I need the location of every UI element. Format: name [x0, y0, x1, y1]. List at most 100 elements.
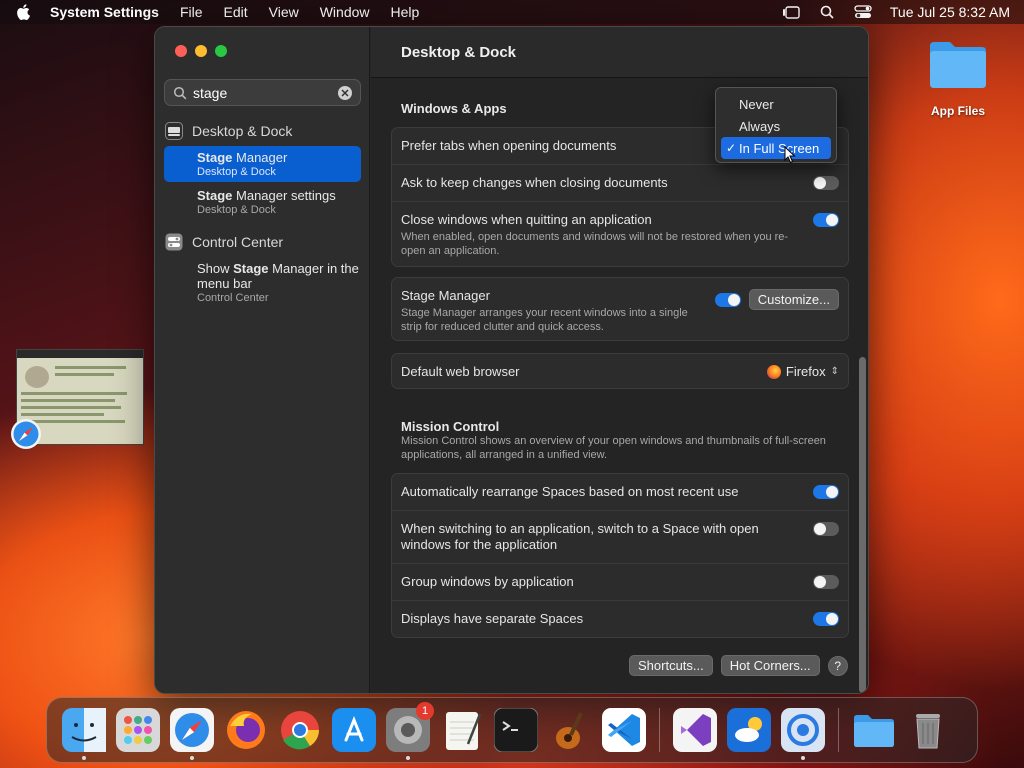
row-ask-keep-changes: Ask to keep changes when closing documen… — [392, 165, 848, 202]
sidebar-category-control-center[interactable]: Control Center — [164, 230, 361, 254]
stage-manager-toggle[interactable] — [714, 292, 741, 307]
menu-file[interactable]: File — [180, 4, 203, 20]
search-input[interactable] — [193, 84, 338, 101]
close-windows-toggle[interactable] — [813, 213, 839, 227]
sidebar-item-stage-manager[interactable]: Stage Manager Desktop & Dock — [164, 146, 361, 182]
customize-button[interactable]: Customize... — [748, 289, 839, 310]
desktop-dock-icon — [165, 122, 183, 140]
safari-icon[interactable] — [10, 418, 42, 450]
row-label: Default web browser — [401, 364, 520, 379]
firefox-icon[interactable] — [224, 708, 268, 752]
page-title: Desktop & Dock — [371, 27, 868, 78]
zoom-button[interactable] — [215, 45, 227, 57]
terminal-icon[interactable] — [493, 707, 539, 753]
notification-badge: 1 — [416, 702, 434, 720]
menu-window[interactable]: Window — [320, 4, 370, 20]
spotlight-search-icon[interactable] — [818, 4, 836, 20]
safari-icon[interactable] — [170, 708, 214, 760]
hot-corners-button[interactable]: Hot Corners... — [720, 655, 820, 676]
launchpad-icon[interactable] — [116, 708, 160, 752]
dock-separator — [659, 708, 660, 752]
window-controls — [175, 45, 227, 57]
result-text: Manager settings — [232, 188, 336, 203]
menu-help[interactable]: Help — [391, 4, 420, 20]
result-bold: Stage — [233, 261, 269, 276]
row-label: Automatically rearrange Spaces based on … — [401, 484, 739, 499]
browser-value: Firefox — [785, 364, 826, 379]
category-label: Desktop & Dock — [192, 123, 293, 139]
menu-edit[interactable]: Edit — [224, 4, 248, 20]
separate-spaces-toggle[interactable] — [813, 612, 839, 626]
search-icon — [173, 86, 187, 99]
scrollbar[interactable] — [859, 357, 866, 693]
textedit-icon[interactable] — [440, 708, 484, 752]
close-button[interactable] — [175, 45, 187, 57]
menu-view[interactable]: View — [269, 4, 299, 20]
menu-clock[interactable]: Tue Jul 25 8:32 AM — [890, 4, 1010, 20]
row-description: Stage Manager arranges your recent windo… — [401, 307, 688, 333]
folder-label: App Files — [930, 104, 985, 118]
dropdown-option-in-full-screen[interactable]: ✓ In Full Screen — [721, 137, 831, 159]
shortcuts-button[interactable]: Shortcuts... — [629, 655, 713, 676]
clear-search-icon[interactable] — [338, 85, 352, 100]
result-bold: Stage — [197, 150, 233, 165]
apple-icon[interactable] — [14, 3, 32, 21]
default-browser-popup[interactable]: Firefox ⇕ — [766, 364, 839, 379]
sidebar-category-desktop-dock[interactable]: Desktop & Dock — [164, 119, 361, 143]
desktop-folder-app-files[interactable]: App Files — [922, 38, 994, 118]
row-label: Ask to keep changes when closing documen… — [401, 175, 668, 190]
dropdown-option-always[interactable]: Always — [721, 115, 831, 137]
switch-space-toggle[interactable] — [813, 522, 839, 536]
sidebar: Desktop & Dock Stage Manager Desktop & D… — [155, 27, 370, 693]
row-label: Group windows by application — [401, 574, 574, 589]
control-center-icon[interactable] — [854, 4, 872, 20]
result-subtitle: Desktop & Dock — [197, 204, 276, 216]
search-field[interactable] — [164, 79, 361, 106]
sidebar-item-show-stage-manager-menu-bar[interactable]: Show Stage Manager in the menu bar Contr… — [164, 257, 361, 308]
result-text-pre: Show — [197, 261, 234, 276]
vscode-icon[interactable] — [602, 708, 646, 752]
row-label: When switching to an application, switch… — [401, 521, 759, 552]
ask-keep-changes-toggle[interactable] — [813, 176, 839, 190]
sidebar-item-stage-manager-settings[interactable]: Stage Manager settings Desktop & Dock — [164, 184, 361, 220]
dropdown-option-never[interactable]: Never — [721, 93, 831, 115]
dock: 1 — [46, 697, 978, 763]
category-label: Control Center — [192, 234, 284, 250]
finder-icon[interactable] — [62, 708, 106, 760]
bottom-buttons: Shortcuts... Hot Corners... ? — [629, 655, 848, 676]
chrome-remote-icon[interactable] — [781, 708, 825, 760]
row-default-browser: Default web browser Firefox ⇕ — [392, 354, 848, 388]
system-settings-icon[interactable]: 1 — [386, 702, 434, 760]
group-windows-toggle[interactable] — [813, 575, 839, 589]
dock-separator — [838, 708, 839, 752]
row-separate-spaces: Displays have separate Spaces — [392, 601, 848, 637]
row-switch-space: When switching to an application, switch… — [392, 511, 848, 564]
row-label: Close windows when quitting an applicati… — [401, 212, 652, 227]
menu-bar: System Settings File Edit View Window He… — [0, 0, 1024, 24]
visual-studio-icon[interactable] — [673, 708, 717, 752]
folder-icon[interactable] — [852, 708, 896, 752]
minimize-button[interactable] — [195, 45, 207, 57]
row-description: When enabled, open documents and windows… — [401, 231, 789, 257]
browser-group: Default web browser Firefox ⇕ — [391, 353, 849, 389]
result-subtitle: Desktop & Dock — [197, 166, 276, 178]
app-store-icon[interactable] — [332, 708, 376, 752]
mouse-cursor-icon — [784, 146, 796, 164]
section-heading-windows-apps: Windows & Apps — [401, 101, 507, 116]
checkmark-icon: ✓ — [726, 141, 737, 155]
folder-icon — [928, 38, 988, 90]
row-stage-manager: Stage Manager Stage Manager arranges you… — [392, 278, 848, 340]
cloud-app-icon[interactable] — [727, 708, 771, 752]
auto-rearrange-toggle[interactable] — [813, 485, 839, 499]
result-text: Manager — [232, 150, 288, 165]
option-label: In Full Screen — [739, 140, 820, 156]
help-button[interactable]: ? — [827, 655, 848, 676]
result-subtitle: Control Center — [197, 292, 269, 304]
chrome-icon[interactable] — [278, 708, 322, 752]
stage-manager-menu-icon[interactable] — [782, 4, 800, 20]
search-results: Desktop & Dock Stage Manager Desktop & D… — [164, 119, 361, 310]
row-auto-rearrange: Automatically rearrange Spaces based on … — [392, 474, 848, 511]
trash-icon[interactable] — [906, 708, 950, 752]
garageband-icon[interactable] — [548, 708, 592, 752]
menu-app-name[interactable]: System Settings — [50, 4, 159, 20]
